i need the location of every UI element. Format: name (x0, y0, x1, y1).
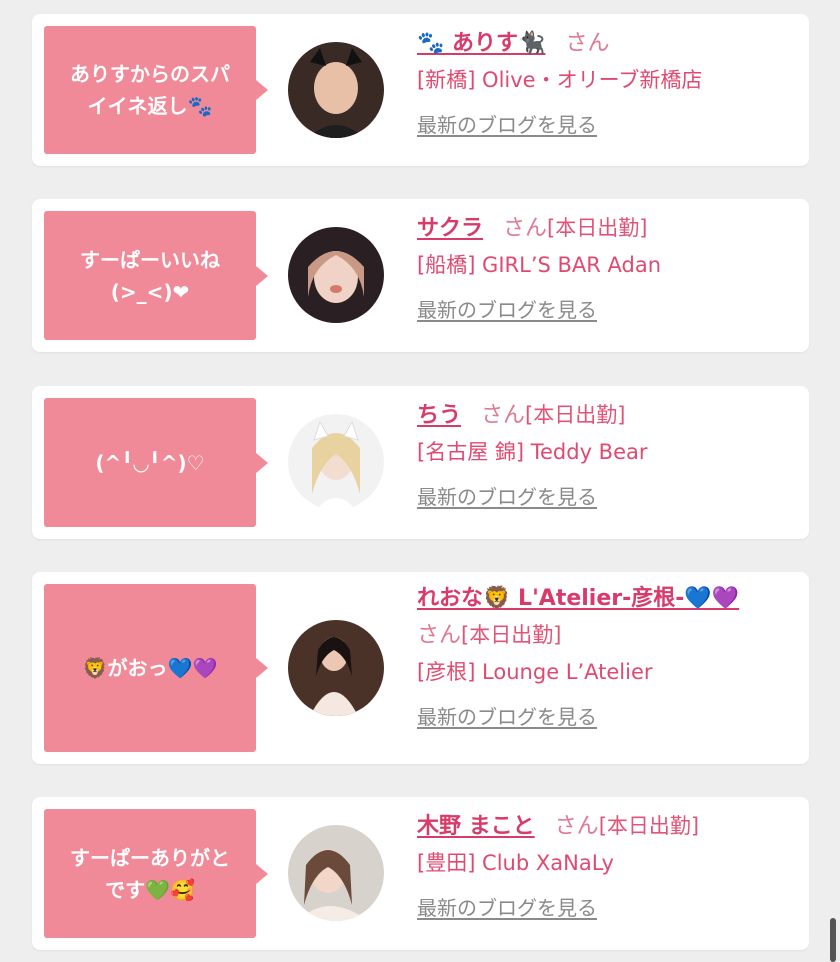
status-badge: [本日出勤] (525, 403, 626, 427)
name-line: 木野 まこと さん[本日出勤] (417, 811, 802, 842)
avatar-image (288, 414, 384, 510)
latest-blog-link[interactable]: 最新のブログを見る (417, 298, 597, 322)
girl-name-link[interactable]: 🐾 ありす🐈‍⬛ (417, 31, 545, 56)
latest-blog-link[interactable]: 最新のブログを見る (417, 485, 597, 509)
name-line: ちう さん[本日出勤] (417, 400, 802, 431)
message-text: 🦁がおっ💙💜 (82, 656, 218, 680)
name-line: サクラ さん[本日出勤] (417, 213, 802, 244)
message-text: すーぱーありがと です💚🥰 (70, 845, 230, 902)
shop-name: [船橋] GIRL’S BAR Adan (417, 253, 662, 277)
name-line: 🐾 ありす🐈‍⬛ さん (417, 28, 802, 59)
item-info: れおな🦁 L'Atelier-彦根-💙💜 さん[本日出勤] [彦根] Loung… (417, 584, 802, 731)
avatar[interactable] (288, 825, 384, 921)
name-line-continued: さん[本日出勤] (417, 620, 802, 651)
avatar[interactable] (288, 42, 384, 138)
avatar-image (288, 620, 384, 716)
list-item: すーぱーありがと です💚🥰 木野 まこと さん[本日出勤] [豊田] Club X… (32, 797, 809, 950)
girl-name-link[interactable]: 木野 まこと (417, 814, 535, 839)
avatar-image (288, 825, 384, 921)
item-info: 🐾 ありす🐈‍⬛ さん [新橋] Olive・オリーブ新橋店 最新のブログを見る (417, 28, 802, 139)
name-line: れおな🦁 L'Atelier-彦根-💙💜 (417, 584, 802, 614)
avatar[interactable] (288, 414, 384, 510)
message-text: ありすからのスパ イイネ返し🐾 (70, 62, 230, 118)
message-text: すーぱーいいね (>_<)❤ (80, 247, 220, 304)
item-info: 木野 まこと さん[本日出勤] [豊田] Club XaNaLy 最新のブログを見… (417, 811, 802, 922)
latest-blog-link[interactable]: 最新のブログを見る (417, 896, 597, 920)
girl-name-link[interactable]: ちう (417, 403, 461, 428)
message-bubble: (^╹◡╹^)♡ (44, 398, 268, 527)
list-item: すーぱーいいね (>_<)❤ サクラ さん[本日出勤] [船橋] GIRL’S B… (32, 199, 809, 352)
list-item: 🦁がおっ💙💜 れおな🦁 L'Atelier-彦根-💙💜 さん[本日出勤] [彦根… (32, 572, 809, 764)
message-bubble: すーぱーありがと です💚🥰 (44, 809, 268, 938)
scrollbar[interactable] (830, 918, 836, 962)
message-bubble: ありすからのスパ イイネ返し🐾 (44, 26, 268, 154)
message-bubble: 🦁がおっ💙💜 (44, 584, 268, 752)
message-text: (^╹◡╹^)♡ (95, 450, 205, 475)
honorific: さん (554, 814, 599, 839)
girl-name-link[interactable]: れおな🦁 L'Atelier-彦根-💙💜 (417, 586, 739, 611)
avatar[interactable] (288, 620, 384, 716)
avatar-image (288, 42, 384, 138)
status-badge: [本日出勤] (598, 814, 700, 838)
avatar-image (288, 227, 384, 323)
honorific: さん (503, 216, 548, 241)
girl-name-link[interactable]: サクラ (417, 216, 483, 241)
shop-name: [彦根] Lounge L’Atelier (417, 660, 653, 684)
shop-name: [豊田] Club XaNaLy (417, 851, 614, 875)
shop-name: [新橋] Olive・オリーブ新橋店 (417, 68, 703, 92)
latest-blog-link[interactable]: 最新のブログを見る (417, 113, 597, 137)
status-badge: [本日出勤] (461, 623, 562, 647)
shop-name: [名古屋 錦] Teddy Bear (417, 440, 648, 464)
honorific: さん (481, 403, 526, 428)
item-info: サクラ さん[本日出勤] [船橋] GIRL’S BAR Adan 最新のブログを… (417, 213, 802, 324)
list-item: (^╹◡╹^)♡ ちう さん[本日出勤] [名古屋 錦] Teddy Bear 最… (32, 386, 809, 539)
honorific: さん (417, 623, 462, 648)
latest-blog-link[interactable]: 最新のブログを見る (417, 705, 597, 729)
honorific: さん (565, 31, 610, 56)
item-info: ちう さん[本日出勤] [名古屋 錦] Teddy Bear 最新のブログを見る (417, 400, 802, 511)
status-badge: [本日出勤] (547, 216, 648, 240)
message-bubble: すーぱーいいね (>_<)❤ (44, 211, 268, 340)
list-item: ありすからのスパ イイネ返し🐾 🐾 ありす🐈‍⬛ さん [新橋] Olive・オリ… (32, 14, 809, 166)
avatar[interactable] (288, 227, 384, 323)
